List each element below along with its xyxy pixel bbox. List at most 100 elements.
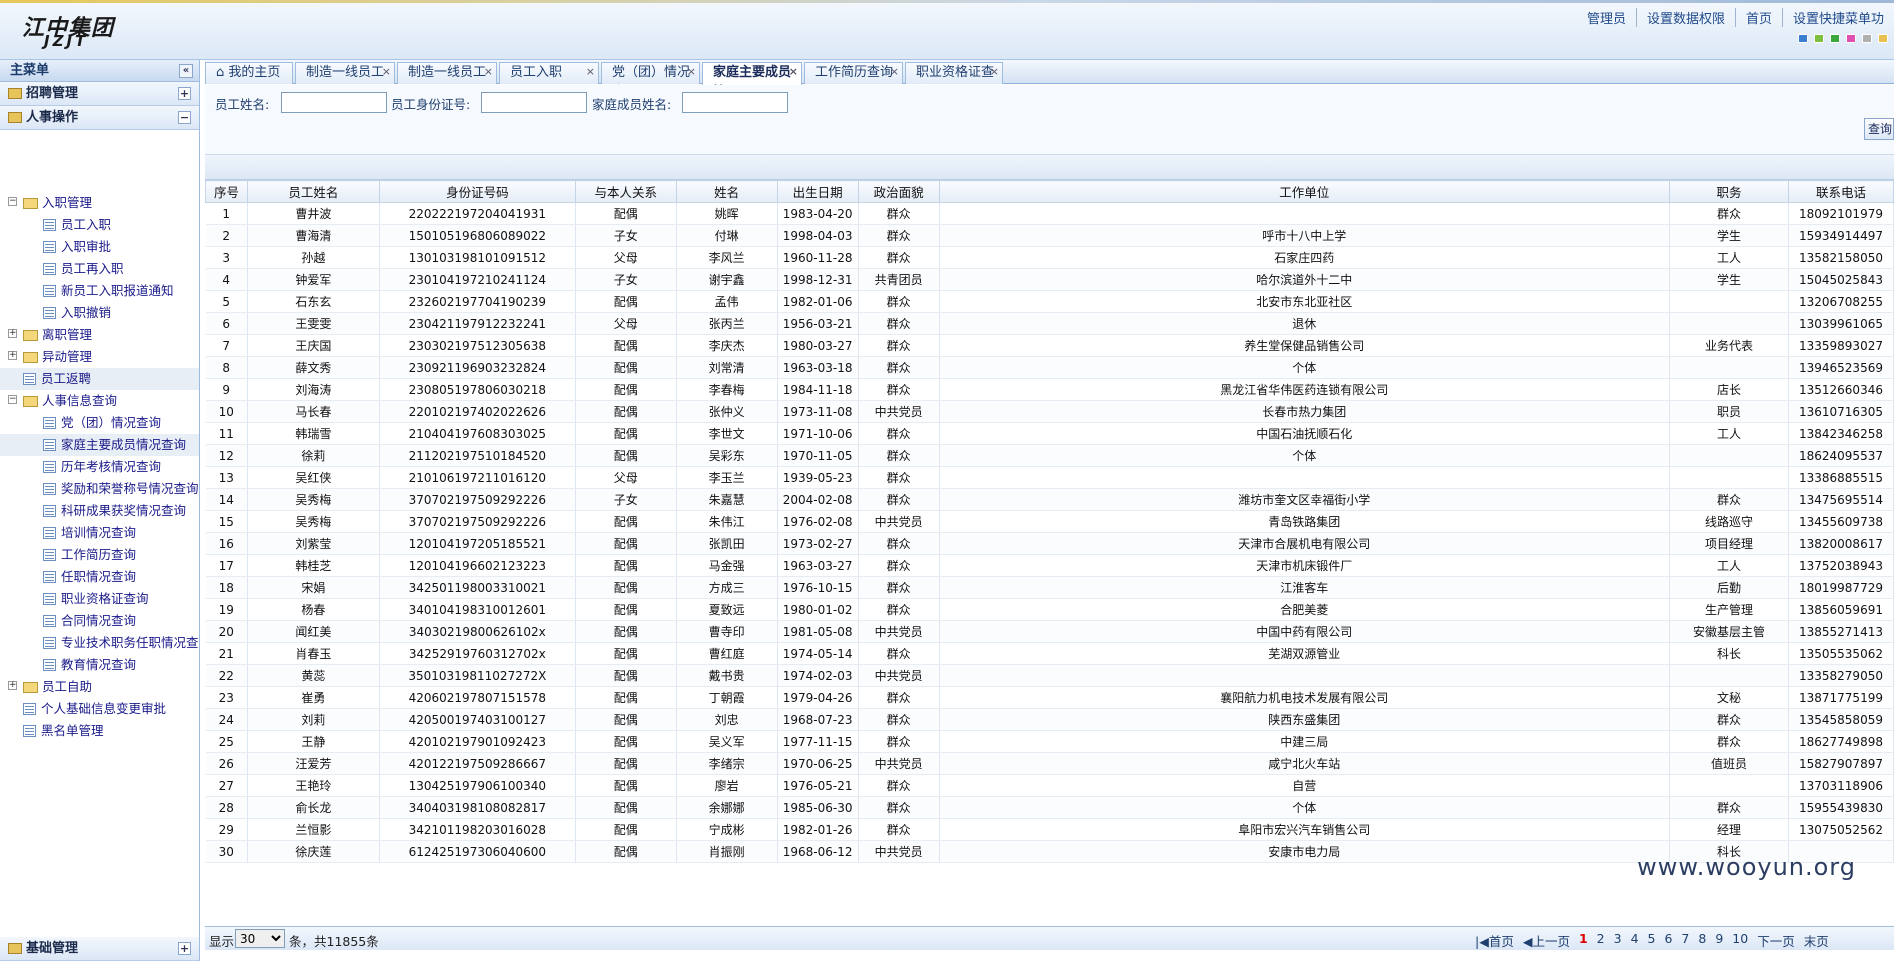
column-header[interactable]: 身份证号码 (378, 180, 576, 203)
column-header[interactable]: 序号 (205, 180, 248, 203)
table-row[interactable]: 3 孙越 130103198101091512 父母 李风兰 1960-11-28 群众 石家… (205, 246, 1894, 269)
tab[interactable]: 党（团）情况查× (601, 62, 700, 100)
tree-item[interactable]: 培训情况查询 (0, 522, 199, 544)
tree-item[interactable]: − 人事信息查询 (0, 390, 199, 412)
theme-swatch[interactable] (1846, 34, 1856, 43)
table-row[interactable]: 29 兰恒影 342101198203016028 配偶 宁成彬 1982-01-26 群众… (205, 818, 1894, 841)
column-header[interactable]: 员工姓名 (246, 180, 380, 203)
top-link[interactable]: 管理员 (1577, 8, 1636, 27)
column-header[interactable]: 与本人关系 (574, 180, 677, 203)
table-row[interactable]: 10 马长春 220102197402022626 配偶 张仲义 1973-11-08 中共… (205, 400, 1894, 423)
table-row[interactable]: 28 俞长龙 340403198108082817 配偶 余娜娜 1985-06-30 群众… (205, 796, 1894, 819)
tree-item[interactable]: − 入职管理 (0, 192, 199, 214)
page-number-link[interactable]: 2 (1597, 931, 1605, 950)
sidebar-group-basic[interactable]: 基础管理 + (0, 937, 199, 961)
tab[interactable]: 制造一线员工录× (295, 62, 395, 100)
tree-item[interactable]: 员工返聘 (0, 368, 199, 390)
expand-icon[interactable]: + (8, 329, 17, 338)
tree-item[interactable]: 专业技术职务任职情况查 (0, 632, 199, 654)
page-number-link[interactable]: 3 (1614, 931, 1622, 950)
table-row[interactable]: 12 徐莉 211202197510184520 配偶 吴彩东 1970-11-05 群众个… (205, 444, 1894, 467)
tree-item[interactable]: 奖励和荣誉称号情况查询 (0, 478, 199, 500)
table-row[interactable]: 7 王庆国 230302197512305638 配偶 李庆杰 1980-03-27 群众养… (205, 334, 1894, 357)
table-row[interactable]: 15 吴秀梅 370702197509292226 配偶 朱伟江 1976-02-08 中共… (205, 510, 1894, 533)
close-icon[interactable]: × (789, 62, 798, 82)
close-icon[interactable]: × (990, 62, 999, 82)
close-icon[interactable]: × (890, 62, 899, 82)
tree-item[interactable]: + 异动管理 (0, 346, 199, 368)
table-row[interactable]: 11 韩瑞雪 210404197608303025 配偶 李世文 1971-10-06 群众… (205, 422, 1894, 445)
tree-item[interactable]: 职业资格证查询 (0, 588, 199, 610)
sidebar-group[interactable]: 招聘管理 + (0, 82, 199, 106)
tree-item[interactable]: 党（团）情况查询 (0, 412, 199, 434)
page-number-link[interactable]: 5 (1648, 931, 1656, 950)
expand-icon[interactable]: + (8, 351, 17, 360)
table-row[interactable]: 20 闻红美 34030219800626102x 配偶 曹寺印 1981-05-08 中共… (205, 620, 1894, 643)
table-row[interactable]: 9 刘海涛 230805197806030218 配偶 李春梅 1984-11-18 群众黑… (205, 378, 1894, 401)
table-row[interactable]: 26 汪爱芳 420122197509286667 配偶 李绪宗 1970-06-25 中共… (205, 752, 1894, 775)
tree-item[interactable]: 新员工入职报道通知 (0, 280, 199, 302)
close-icon[interactable]: × (586, 62, 595, 82)
table-row[interactable]: 25 王静 420102197901092423 配偶 吴义军 1977-11-15 群众中… (205, 730, 1894, 753)
close-icon[interactable]: × (687, 62, 696, 82)
page-number-link[interactable]: 8 (1698, 931, 1706, 950)
column-header[interactable]: 出生日期 (776, 180, 859, 203)
tree-item[interactable]: 入职审批 (0, 236, 199, 258)
collapse-icon[interactable]: − (178, 111, 191, 124)
tree-item[interactable]: 教育情况查询 (0, 654, 199, 676)
tree-item[interactable]: 工作简历查询 (0, 544, 199, 566)
page-number-link[interactable]: 1 (1579, 931, 1588, 950)
expand-icon[interactable]: + (178, 87, 191, 100)
collapse-icon[interactable]: − (8, 395, 17, 404)
tree-item[interactable]: 任职情况查询 (0, 566, 199, 588)
collapse-icon[interactable]: − (8, 197, 17, 206)
page-size-select[interactable]: 30 (235, 929, 285, 948)
column-header[interactable]: 联系电话 (1787, 180, 1894, 203)
top-link[interactable]: 设置快捷菜单功 (1781, 8, 1894, 27)
emp-name-input[interactable] (281, 92, 387, 113)
tree-item[interactable]: 历年考核情况查询 (0, 456, 199, 478)
emp-id-input[interactable] (481, 92, 587, 113)
theme-swatch[interactable] (1878, 34, 1888, 43)
tree-item[interactable]: + 员工自助 (0, 676, 199, 698)
top-link[interactable]: 设置数据权限 (1635, 8, 1735, 27)
sidebar-group[interactable]: 人事操作 − (0, 106, 199, 130)
table-row[interactable]: 24 刘莉 420500197403100127 配偶 刘忠 1968-07-23 群众 陕西… (205, 708, 1894, 731)
column-header[interactable]: 职务 (1669, 180, 1789, 203)
tab[interactable]: ⌂ 我的主页 (205, 62, 293, 84)
table-row[interactable]: 17 韩桂芝 120104196602123223 配偶 马金强 1963-03-27 群众… (205, 554, 1894, 577)
tree-item[interactable]: 家庭主要成员情况查询 (0, 434, 199, 456)
top-link[interactable]: 首页 (1734, 8, 1782, 27)
tree-item[interactable]: 员工入职 (0, 214, 199, 236)
tree-item[interactable]: 入职撤销 (0, 302, 199, 324)
theme-swatch[interactable] (1814, 34, 1824, 43)
tree-item[interactable]: 黑名单管理 (0, 720, 199, 742)
last-page-link[interactable]: 末页 (1804, 931, 1829, 950)
page-number-link[interactable]: 10 (1732, 931, 1748, 950)
tree-item[interactable]: + 离职管理 (0, 324, 199, 346)
tab[interactable]: 职业资格证查询× (905, 62, 1003, 100)
close-icon[interactable]: × (382, 62, 391, 82)
prev-page-link[interactable]: ◀上一页 (1523, 931, 1570, 950)
theme-swatch[interactable] (1830, 34, 1840, 43)
table-row[interactable]: 23 崔勇 420602197807151578 配偶 丁朝霞 1979-04-26 群众襄… (205, 686, 1894, 709)
table-row[interactable]: 21 肖春玉 34252919760312702x 配偶 曹红庭 1974-05-14 群众… (205, 642, 1894, 665)
theme-swatch[interactable] (1862, 34, 1872, 43)
page-number-link[interactable]: 9 (1715, 931, 1723, 950)
page-number-link[interactable]: 4 (1631, 931, 1639, 950)
column-header[interactable]: 工作单位 (938, 180, 1671, 203)
first-page-link[interactable]: |◀首页 (1475, 931, 1514, 950)
tab[interactable]: 工作简历查询 × (804, 62, 903, 84)
tab[interactable]: 制造一线员工录× (397, 62, 497, 100)
column-header[interactable]: 政治面貌 (857, 180, 940, 203)
tree-item[interactable]: 员工再入职 (0, 258, 199, 280)
table-row[interactable]: 22 黄蕊 35010319811027272X 配偶 戴书贵 1974-02-03 中共党… (205, 664, 1894, 687)
table-row[interactable]: 14 吴秀梅 370702197509292226 子女 朱嘉慧 2004-02-08 群众… (205, 488, 1894, 511)
expand-icon[interactable]: + (178, 942, 191, 955)
table-row[interactable]: 1 曹井波 220222197204041931 配偶 姚晖 1983-04-20 群众 群众… (205, 202, 1894, 225)
query-button[interactable]: 查询 (1864, 118, 1894, 140)
table-row[interactable]: 2 曹海清 150105196806089022 子女 付琳 1998-04-03 群众 呼市… (205, 224, 1894, 247)
table-row[interactable]: 8 薛文秀 230921196903232824 配偶 刘常清 1963-03-18 群众个… (205, 356, 1894, 379)
table-row[interactable]: 16 刘紫莹 120104197205185521 配偶 张凯田 1973-02-27 群众… (205, 532, 1894, 555)
tab[interactable]: 员工入职 × (499, 62, 599, 84)
